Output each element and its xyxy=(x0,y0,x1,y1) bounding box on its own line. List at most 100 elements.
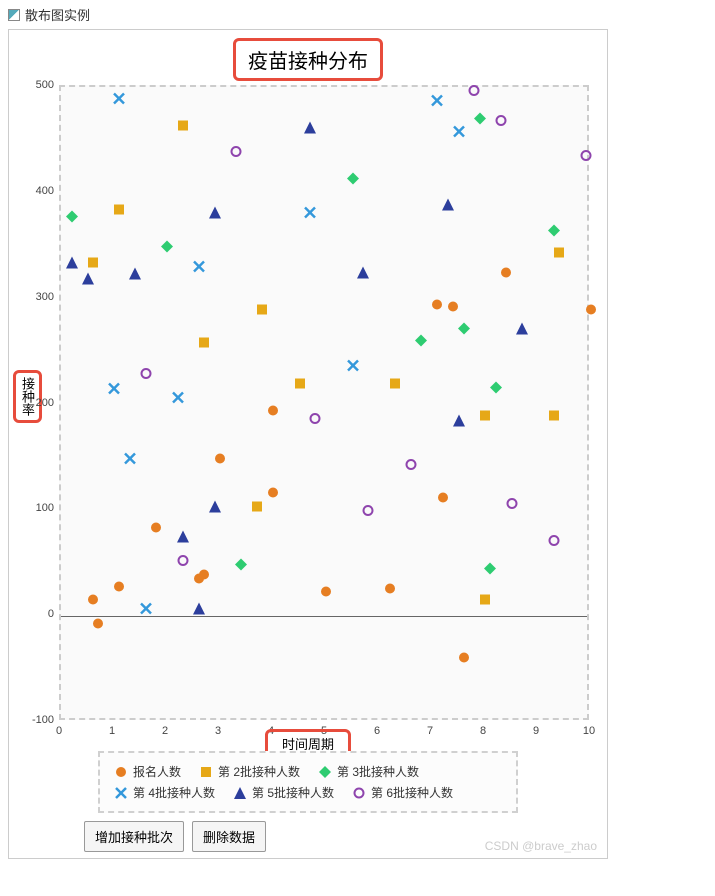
data-point xyxy=(113,92,125,107)
data-point xyxy=(87,256,99,271)
data-point xyxy=(82,272,94,287)
data-point xyxy=(309,413,321,428)
data-point xyxy=(474,112,486,127)
data-point xyxy=(209,207,221,222)
data-point xyxy=(161,240,173,255)
data-point xyxy=(172,392,184,407)
data-point xyxy=(214,452,226,467)
data-point xyxy=(113,203,125,218)
y-tick: -100 xyxy=(32,714,54,726)
legend-item[interactable]: 第 2批接种人数 xyxy=(199,763,300,780)
legend-label: 第 5批接种人数 xyxy=(252,784,334,801)
data-point xyxy=(150,522,162,537)
data-point xyxy=(140,367,152,382)
data-point xyxy=(458,651,470,666)
y-tick: 100 xyxy=(36,502,54,514)
data-point xyxy=(553,247,565,262)
data-point xyxy=(193,260,205,275)
legend: 报名人数 第 2批接种人数 第 3批接种人数第 4批接种人数 第 5批接种人数 第 6批… xyxy=(98,751,518,813)
legend-marker-icon xyxy=(352,786,366,800)
legend-item[interactable]: 第 3批接种人数 xyxy=(318,763,419,780)
data-point xyxy=(468,85,480,100)
legend-item[interactable]: 第 5批接种人数 xyxy=(233,784,334,801)
data-point xyxy=(495,114,507,129)
header-label: 散布图实例 xyxy=(25,5,90,24)
data-point xyxy=(267,404,279,419)
delete-data-button[interactable]: 删除数据 xyxy=(192,821,266,852)
button-row: 增加接种批次 删除数据 xyxy=(84,821,266,852)
data-point xyxy=(431,299,443,314)
data-point xyxy=(357,267,369,282)
legend-item[interactable]: 报名人数 xyxy=(114,763,181,780)
chart-container: 疫苗接种分布 接种率 -1000100200300400500 01234567… xyxy=(8,29,608,859)
y-tick: 0 xyxy=(48,608,54,620)
data-point xyxy=(124,452,136,467)
legend-marker-icon xyxy=(199,765,213,779)
legend-item[interactable]: 第 6批接种人数 xyxy=(352,784,453,801)
data-point xyxy=(453,125,465,140)
data-point xyxy=(198,337,210,352)
x-tick: 8 xyxy=(480,725,486,737)
data-point xyxy=(347,173,359,188)
y-axis: -1000100200300400500 xyxy=(29,85,59,720)
data-point xyxy=(304,207,316,222)
header: 散布图实例 xyxy=(0,0,715,29)
data-point xyxy=(209,501,221,516)
data-point xyxy=(177,530,189,545)
legend-label: 第 6批接种人数 xyxy=(371,784,453,801)
data-point xyxy=(479,410,491,425)
scatter-icon xyxy=(8,9,20,21)
data-point xyxy=(548,535,560,550)
x-tick: 6 xyxy=(374,725,380,737)
data-point xyxy=(362,505,374,520)
legend-marker-icon xyxy=(114,765,128,779)
legend-label: 第 2批接种人数 xyxy=(218,763,300,780)
data-point xyxy=(447,301,459,316)
y-tick: 500 xyxy=(36,79,54,91)
data-point xyxy=(177,120,189,135)
x-tick: 1 xyxy=(109,725,115,737)
data-point xyxy=(347,360,359,375)
watermark: CSDN @brave_zhao xyxy=(485,839,597,853)
data-point xyxy=(320,585,332,600)
add-batch-button[interactable]: 增加接种批次 xyxy=(84,821,184,852)
chart-title: 疫苗接种分布 xyxy=(233,38,383,81)
data-point xyxy=(198,568,210,583)
data-point xyxy=(437,491,449,506)
data-point xyxy=(516,323,528,338)
data-point xyxy=(230,145,242,160)
x-tick: 2 xyxy=(162,725,168,737)
x-tick: 3 xyxy=(215,725,221,737)
x-tick: 9 xyxy=(533,725,539,737)
data-point xyxy=(490,381,502,396)
data-point xyxy=(548,410,560,425)
legend-marker-icon xyxy=(318,765,332,779)
x-tick: 10 xyxy=(583,725,595,737)
data-point xyxy=(66,256,78,271)
data-point xyxy=(251,501,263,516)
data-point xyxy=(108,382,120,397)
data-point xyxy=(458,323,470,338)
data-point xyxy=(113,580,125,595)
data-point xyxy=(500,267,512,282)
data-point xyxy=(294,378,306,393)
legend-label: 报名人数 xyxy=(133,763,181,780)
legend-marker-icon xyxy=(233,786,247,800)
legend-label: 第 3批接种人数 xyxy=(337,763,419,780)
data-point xyxy=(384,582,396,597)
data-point xyxy=(304,122,316,137)
data-point xyxy=(66,211,78,226)
data-point xyxy=(548,224,560,239)
data-point xyxy=(431,94,443,109)
data-point xyxy=(484,562,496,577)
legend-item[interactable]: 第 4批接种人数 xyxy=(114,784,215,801)
data-point xyxy=(506,498,518,513)
legend-label: 第 4批接种人数 xyxy=(133,784,215,801)
data-point xyxy=(140,602,152,617)
plot-area xyxy=(59,85,589,720)
data-point xyxy=(193,602,205,617)
data-point xyxy=(580,149,592,164)
data-point xyxy=(442,198,454,213)
data-point xyxy=(453,415,465,430)
data-point xyxy=(405,458,417,473)
